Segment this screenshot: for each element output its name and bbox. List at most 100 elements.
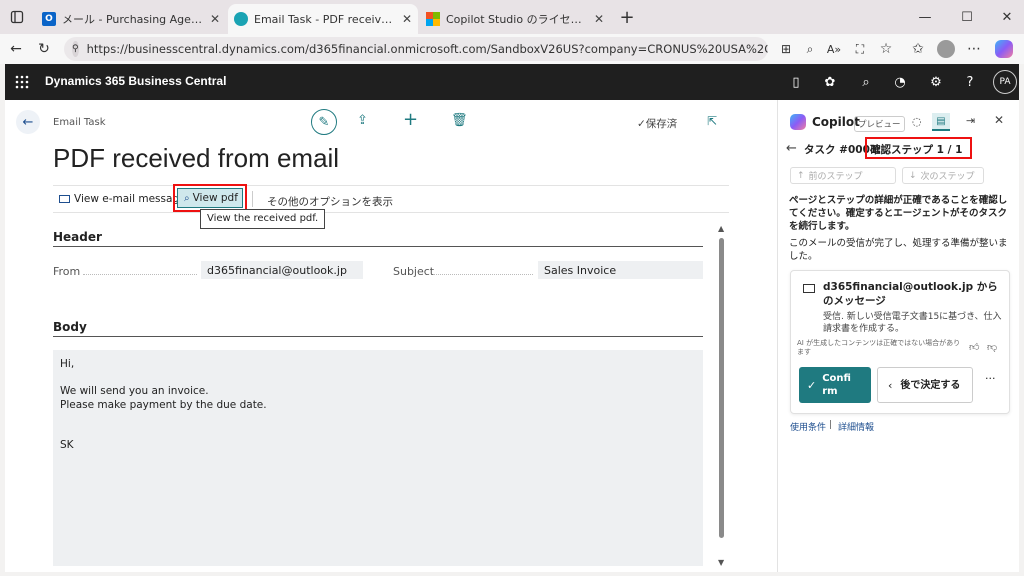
copilot-icon[interactable]: ✿ (821, 73, 839, 91)
refresh-icon[interactable]: ↻ (34, 39, 54, 59)
thumbs-up-icon[interactable]: 👍︎ (969, 341, 979, 353)
maximize-icon[interactable]: ☐ (952, 6, 982, 28)
minimize-icon[interactable]: — (910, 6, 940, 28)
new-icon[interactable]: + (403, 109, 418, 130)
gear-icon[interactable]: ⚙ (927, 73, 945, 91)
url-text: https://businesscentral.dynamics.com/d36… (86, 42, 768, 56)
header-section-title[interactable]: Header (53, 230, 102, 244)
subject-field[interactable]: Sales Invoice (538, 261, 703, 279)
next-step-button[interactable]: ↓ 次のステップ (902, 167, 984, 184)
step-indicator: 確認ステップ 1 / 1 (870, 144, 963, 156)
share-icon[interactable]: ⇪ (357, 113, 368, 128)
avatar[interactable]: PA (993, 70, 1017, 94)
divider (53, 246, 703, 247)
search-icon[interactable]: ⌕ (857, 73, 875, 91)
body-line (60, 412, 696, 426)
help-icon[interactable]: ? (961, 73, 979, 91)
up-arrow-icon: ↑ (797, 170, 805, 181)
new-tab-icon[interactable]: + (612, 6, 642, 28)
email-icon (59, 195, 70, 203)
site-info-icon[interactable]: ⚲ (72, 41, 79, 57)
body-line: SK (60, 439, 74, 451)
profile-icon[interactable] (936, 39, 956, 59)
zoom-icon[interactable]: ⌕ (800, 39, 820, 59)
terms-link[interactable]: 使用条件 (790, 420, 826, 433)
status-text: このメールの受信が完了し、処理する準備が整いました。 (789, 238, 1008, 262)
tab-actions-icon[interactable] (2, 6, 32, 28)
dock-icon[interactable]: ⇥ (966, 114, 975, 127)
from-label: From (53, 265, 81, 278)
more-options-icon[interactable]: ⋯ (964, 39, 984, 59)
close-icon[interactable]: ✕ (594, 12, 604, 26)
document-icon[interactable]: ▯ (787, 73, 805, 91)
copilot-browser-icon[interactable] (994, 39, 1014, 59)
preview-badge: プレビュー (854, 116, 905, 132)
subject-label: Subject (393, 265, 435, 278)
delete-icon[interactable]: 🗑 (451, 113, 468, 128)
back-icon[interactable]: ← (16, 110, 40, 134)
pop-out-icon[interactable]: ⇱ (707, 114, 717, 128)
app-available-icon[interactable]: ⊞ (776, 39, 796, 59)
body-line: Please make payment by the due date. (60, 398, 267, 411)
divider (83, 274, 197, 275)
card-more-icon[interactable]: ... (985, 369, 996, 382)
tasks-icon[interactable]: ▤ (932, 113, 950, 131)
instruction-text: ページとステップの詳細が正確であることを確認してください。確定するとエージェント… (789, 195, 1008, 232)
close-icon[interactable]: ✕ (210, 12, 220, 26)
read-aloud-icon[interactable]: A» (824, 39, 844, 59)
check-icon: ✓ (807, 378, 817, 392)
details-link[interactable]: 詳細情報 (838, 420, 874, 433)
outlook-icon: O (42, 11, 56, 26)
page-title: PDF received from email (53, 143, 340, 173)
view-email-button[interactable]: View e-mail message (59, 193, 186, 205)
browser-tab-copilot-studio[interactable]: Copilot Studio のライセンス - Micro ✕ (420, 5, 610, 32)
back-arrow-icon[interactable]: ← (6, 39, 26, 59)
browser-tab-bar: O メール - Purchasing Agent - Outlo ✕ Email… (0, 0, 1024, 34)
main-content: ← Email Task ✎ ⇪ + 🗑 ✓保存済 ⇱ PDF received… (5, 100, 777, 572)
app-launcher-icon[interactable] (13, 73, 31, 91)
favorites-icon[interactable]: ✩ (908, 39, 928, 59)
scrollbar-thumb[interactable] (719, 238, 724, 538)
chat-icon[interactable]: ◌ (912, 115, 922, 128)
view-pdf-label: View pdf (192, 192, 238, 204)
scroll-down-icon[interactable]: ▼ (718, 558, 724, 567)
close-pane-icon[interactable]: ✕ (994, 113, 1004, 127)
site-permissions-icon[interactable]: ⛶ (850, 39, 870, 59)
app-name: Dynamics 365 Business Central (45, 74, 227, 88)
body-line (60, 426, 696, 440)
chevron-left-icon: ‹ (888, 378, 893, 392)
back-arrow-icon[interactable]: ← (786, 141, 797, 156)
body-line: We will send you an invoice. (60, 385, 209, 397)
browser-tab-outlook[interactable]: O メール - Purchasing Agent - Outlo ✕ (36, 5, 226, 32)
body-section-title[interactable]: Body (53, 320, 87, 334)
confirm-button[interactable]: ✓ Confirm (799, 367, 871, 403)
favorite-star-icon[interactable]: ☆ (876, 39, 896, 59)
saved-status: ✓保存済 (637, 118, 678, 130)
window-close-icon[interactable]: ✕ (992, 6, 1022, 28)
prev-step-button[interactable]: ↑ 前のステップ (790, 167, 896, 184)
tab-title: Email Task - PDF received from em (254, 12, 396, 26)
tab-title: Copilot Studio のライセンス - Micro (446, 12, 588, 26)
close-icon[interactable]: ✕ (402, 12, 412, 26)
more-options-button[interactable]: その他のオプションを表示 (267, 194, 393, 209)
page-caption: Email Task (53, 117, 106, 128)
url-field[interactable]: ⚲ https://businesscentral.dynamics.com/d… (64, 37, 768, 61)
view-pdf-button[interactable]: ⌕ View pdf (177, 188, 243, 208)
bell-icon[interactable]: ◔ (891, 73, 909, 91)
link-separator: | (829, 420, 833, 430)
prev-step-label: 前のステップ (808, 172, 863, 182)
copilot-pane: Copilot プレビュー ◌ ▤ ⇥ ✕ ← タスク #0001: 確認ステッ… (777, 100, 1019, 572)
thumbs-down-icon[interactable]: 👎︎ (987, 341, 997, 353)
scroll-up-icon[interactable]: ▲ (718, 224, 724, 233)
message-card: d365financial@outlook.jp からのメッセージ 受信. 新し… (790, 270, 1010, 414)
browser-tab-email-task[interactable]: Email Task - PDF received from em ✕ (228, 4, 418, 34)
confirm-label: Confirm (822, 373, 851, 397)
body-textarea[interactable]: Hi, We will send you an invoice. Please … (53, 350, 703, 566)
decide-later-button[interactable]: ‹ 後で決定する (877, 367, 973, 403)
copilot-logo-icon (790, 114, 806, 130)
from-field[interactable]: d365financial@outlook.jp (201, 261, 363, 279)
business-central-icon (234, 12, 248, 26)
ai-disclaimer: AI が生成したコンテンツは正確ではない場合があります (797, 339, 961, 356)
tooltip: View the received pdf. (200, 209, 326, 229)
edit-pencil-icon[interactable]: ✎ (311, 109, 337, 135)
